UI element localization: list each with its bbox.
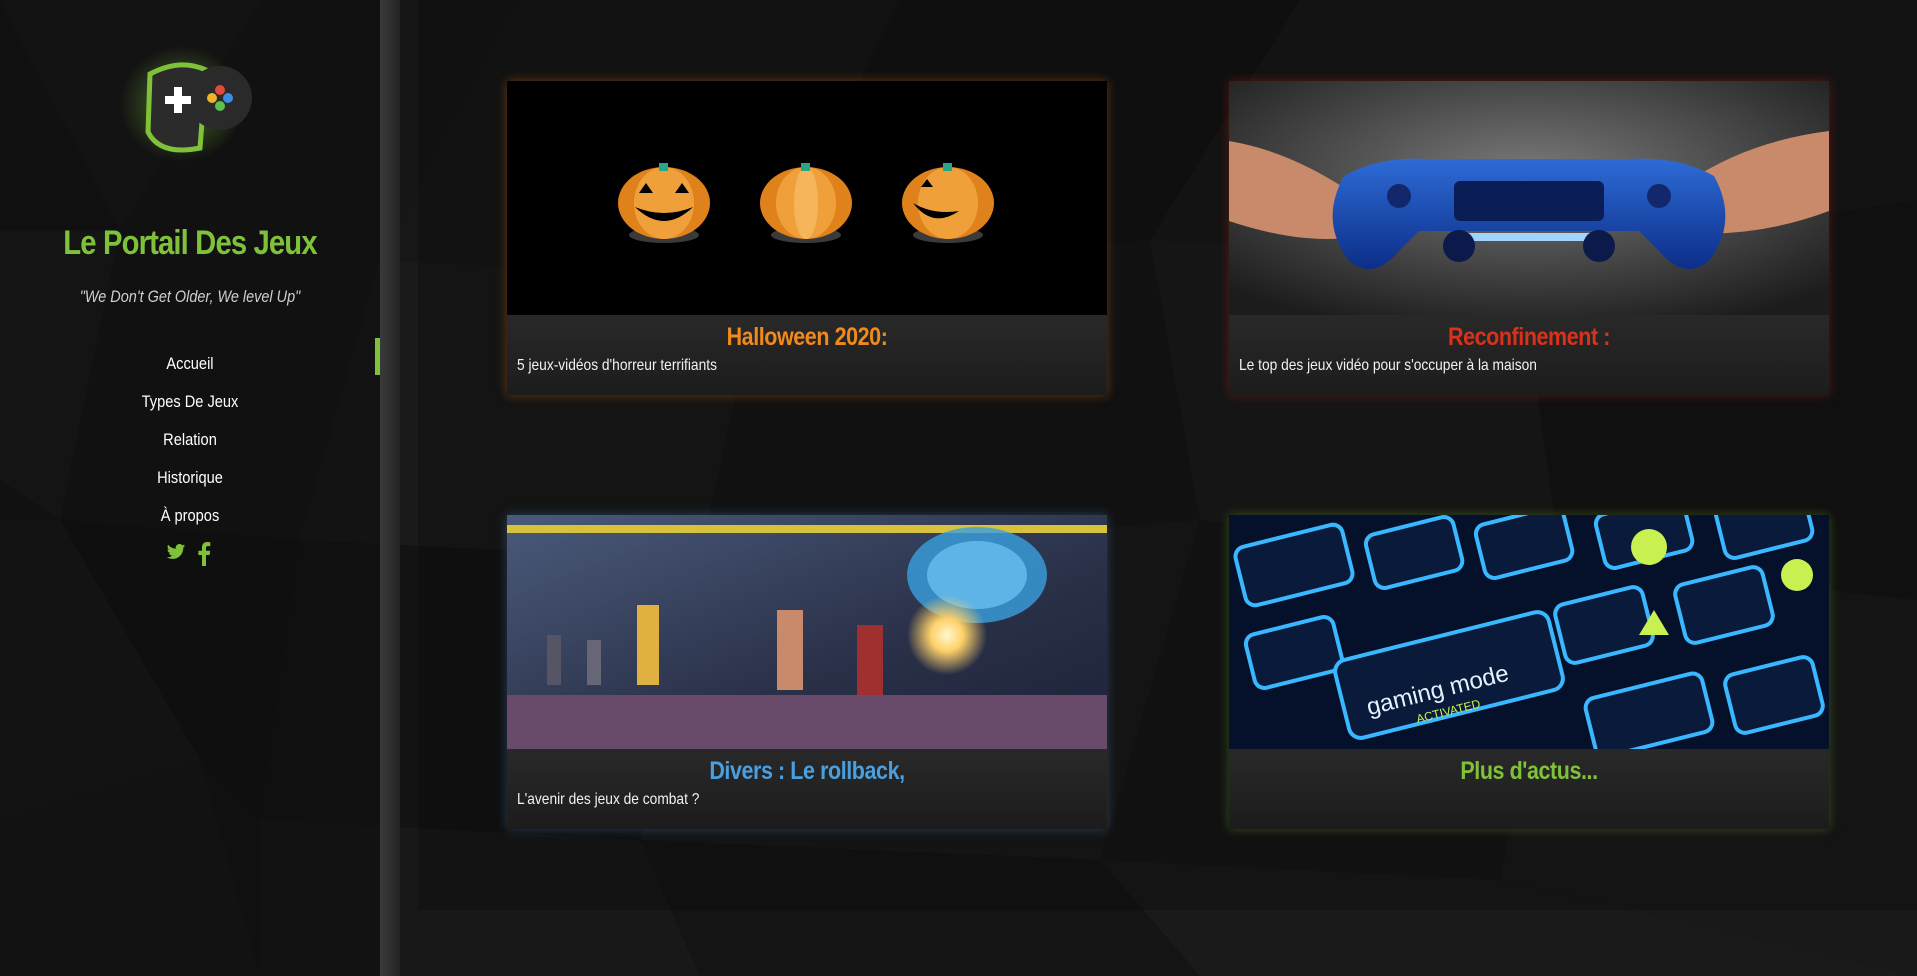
card-subtitle: Le top des jeux vidéo pour s'occuper à l…: [1239, 357, 1537, 374]
nav-item-relation[interactable]: Relation: [27, 421, 354, 459]
card-caption: Halloween 2020: 5 jeux-vidéos d'horreur …: [507, 315, 1107, 395]
card-title: Halloween 2020:: [726, 323, 888, 351]
card-title: Reconfinement :: [1447, 323, 1610, 351]
nav-item-a-propos[interactable]: À propos: [27, 497, 354, 535]
social-links: [0, 542, 380, 566]
twitter-icon[interactable]: [166, 542, 186, 566]
gamepad-logo[interactable]: [120, 36, 260, 166]
sidebar: Le Portail Des Jeux "We Don't Get Older,…: [0, 0, 380, 976]
gaming-mode-keyboard-image: gaming mode ACTIVATED: [1229, 515, 1829, 749]
fighting-game-brain-image: [507, 515, 1107, 749]
news-card-plus-dactus[interactable]: gaming mode ACTIVATED Plus d'actus...: [1229, 515, 1829, 829]
card-caption: Divers : Le rollback, L'avenir des jeux …: [507, 749, 1107, 829]
sidebar-rail: [380, 0, 400, 976]
blue-gamepad-hands-image: [1229, 81, 1829, 315]
nav-item-types-de-jeux[interactable]: Types De Jeux: [27, 383, 354, 421]
card-title: Plus d'actus...: [1460, 757, 1598, 785]
main-nav: Accueil Types De Jeux Relation Historiqu…: [0, 345, 380, 535]
pixel-pumpkins-image: [507, 81, 1107, 315]
site-title[interactable]: Le Portail Des Jeux: [27, 224, 354, 263]
card-subtitle: 5 jeux-vidéos d'horreur terrifiants: [517, 357, 717, 374]
news-card-halloween[interactable]: Halloween 2020: 5 jeux-vidéos d'horreur …: [507, 81, 1107, 395]
news-card-reconfinement[interactable]: Reconfinement : Le top des jeux vidéo po…: [1229, 81, 1829, 395]
card-caption: Plus d'actus...: [1229, 749, 1829, 829]
card-subtitle: L'avenir des jeux de combat ?: [517, 791, 700, 808]
nav-item-historique[interactable]: Historique: [27, 459, 354, 497]
card-title: Divers : Le rollback,: [709, 757, 905, 785]
facebook-icon[interactable]: [194, 542, 214, 566]
news-card-rollback[interactable]: Divers : Le rollback, L'avenir des jeux …: [507, 515, 1107, 829]
card-caption: Reconfinement : Le top des jeux vidéo po…: [1229, 315, 1829, 395]
nav-item-accueil[interactable]: Accueil: [27, 345, 354, 383]
site-tagline: "We Don't Get Older, We level Up": [79, 287, 301, 306]
